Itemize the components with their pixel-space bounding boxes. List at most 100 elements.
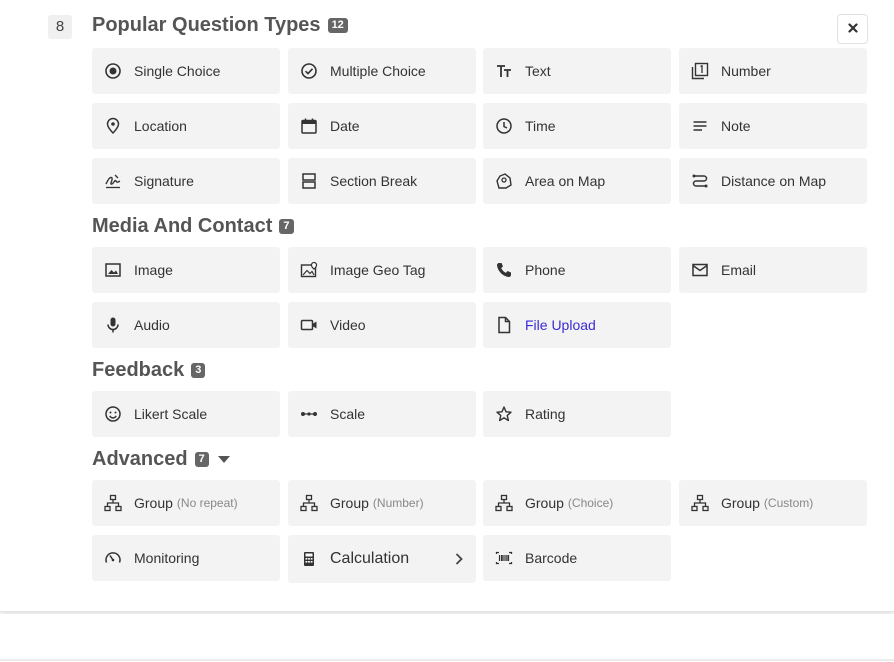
note-lines-icon [691, 117, 709, 135]
option-sublabel: (Custom) [763, 496, 814, 510]
background-area [0, 614, 894, 662]
option-label: Rating [525, 406, 566, 422]
group-number-option[interactable]: Group (Number) [288, 480, 476, 526]
option-label: Likert Scale [134, 406, 208, 422]
number-icon [691, 62, 709, 80]
barcode-option[interactable]: Barcode [483, 535, 671, 581]
question-type-panel: 8 Popular Question Types 12 Single Choic… [0, 0, 894, 612]
multiple-choice-option[interactable]: Multiple Choice [288, 48, 476, 94]
number-option[interactable]: Number [679, 48, 867, 94]
file-upload-option[interactable]: File Upload [483, 302, 671, 348]
option-label: Scale [330, 406, 366, 422]
option-label: Audio [134, 317, 170, 333]
smiley-icon [104, 405, 122, 423]
option-label: Group [134, 495, 173, 511]
option-label: Calculation [330, 550, 410, 567]
divider [0, 659, 894, 661]
radio-icon [104, 62, 122, 80]
email-option[interactable]: Email [679, 247, 867, 293]
email-icon [691, 261, 709, 279]
option-label: Video [330, 317, 366, 333]
option-label: Note [721, 118, 751, 134]
hierarchy-icon [104, 494, 122, 512]
section-title-text: Advanced [92, 448, 188, 470]
group-no-repeat-option[interactable]: Group (No repeat) [92, 480, 280, 526]
option-label: Date [330, 118, 360, 134]
section-title-popular: Popular Question Types 12 [92, 14, 348, 37]
phone-icon [495, 261, 513, 279]
distance-on-map-option[interactable]: Distance on Map [679, 158, 867, 204]
text-option[interactable]: Text [483, 48, 671, 94]
signature-option[interactable]: Signature [92, 158, 280, 204]
star-icon [495, 405, 513, 423]
signature-icon [104, 172, 122, 190]
location-option[interactable]: Location [92, 103, 280, 149]
option-label: Text [525, 63, 551, 79]
single-choice-option[interactable]: Single Choice [92, 48, 280, 94]
video-camera-icon [300, 316, 318, 334]
option-label: Image Geo Tag [330, 262, 426, 278]
close-icon [847, 20, 858, 38]
option-sublabel: (Number) [372, 496, 424, 510]
file-icon [495, 316, 513, 334]
image-option[interactable]: Image [92, 247, 280, 293]
question-number: 8 [48, 15, 72, 39]
section-title-advanced[interactable]: Advanced 7 [92, 448, 230, 471]
option-label: Multiple Choice [330, 63, 426, 79]
option-label: Single Choice [134, 63, 221, 79]
section-title-text: Media And Contact [92, 215, 273, 237]
option-label: Area on Map [525, 173, 606, 189]
option-label: Monitoring [134, 550, 200, 566]
hierarchy-icon [691, 494, 709, 512]
option-label: Number [721, 63, 771, 79]
image-icon [104, 261, 122, 279]
hierarchy-icon [300, 494, 318, 512]
option-label: Distance on Map [721, 173, 827, 189]
caret-down-icon [217, 456, 230, 463]
option-label: Image [134, 262, 173, 278]
scale-option[interactable]: Scale [288, 391, 476, 437]
option-label: Location [134, 118, 187, 134]
date-option[interactable]: Date [288, 103, 476, 149]
count-badge: 12 [327, 18, 348, 33]
section-break-option[interactable]: Section Break [288, 158, 476, 204]
check-circle-icon [300, 62, 318, 80]
option-sublabel: (Choice) [567, 496, 614, 510]
area-on-map-option[interactable]: Area on Map [483, 158, 671, 204]
rating-option[interactable]: Rating [483, 391, 671, 437]
option-label: Group [721, 495, 760, 511]
option-label: Email [721, 262, 757, 278]
gauge-icon [104, 549, 122, 567]
section-title-text: Popular Question Types [92, 14, 321, 36]
hierarchy-icon [495, 494, 513, 512]
calculation-option[interactable]: Calculation [288, 535, 476, 583]
option-label: Time [525, 118, 556, 134]
option-label: File Upload [525, 317, 596, 333]
option-label: Section Break [330, 173, 418, 189]
count-badge: 7 [194, 452, 209, 467]
scale-dots-icon [300, 405, 318, 423]
group-custom-option[interactable]: Group (Custom) [679, 480, 867, 526]
option-label: Group [330, 495, 369, 511]
image-geo-tag-icon [300, 261, 318, 279]
section-title-text: Feedback [92, 359, 185, 381]
section-title-media: Media And Contact 7 [92, 215, 294, 238]
audio-option[interactable]: Audio [92, 302, 280, 348]
likert-scale-option[interactable]: Likert Scale [92, 391, 280, 437]
video-option[interactable]: Video [288, 302, 476, 348]
phone-option[interactable]: Phone [483, 247, 671, 293]
microphone-icon [104, 316, 122, 334]
option-label: Signature [134, 173, 194, 189]
monitoring-option[interactable]: Monitoring [92, 535, 280, 581]
text-icon [495, 62, 513, 80]
note-option[interactable]: Note [679, 103, 867, 149]
count-badge: 3 [191, 363, 206, 378]
image-geo-tag-option[interactable]: Image Geo Tag [288, 247, 476, 293]
barcode-icon [495, 549, 513, 567]
time-option[interactable]: Time [483, 103, 671, 149]
clock-icon [495, 117, 513, 135]
chevron-right-icon [454, 552, 464, 569]
group-choice-option[interactable]: Group (Choice) [483, 480, 671, 526]
close-button[interactable] [837, 14, 868, 44]
count-badge: 7 [279, 219, 294, 234]
